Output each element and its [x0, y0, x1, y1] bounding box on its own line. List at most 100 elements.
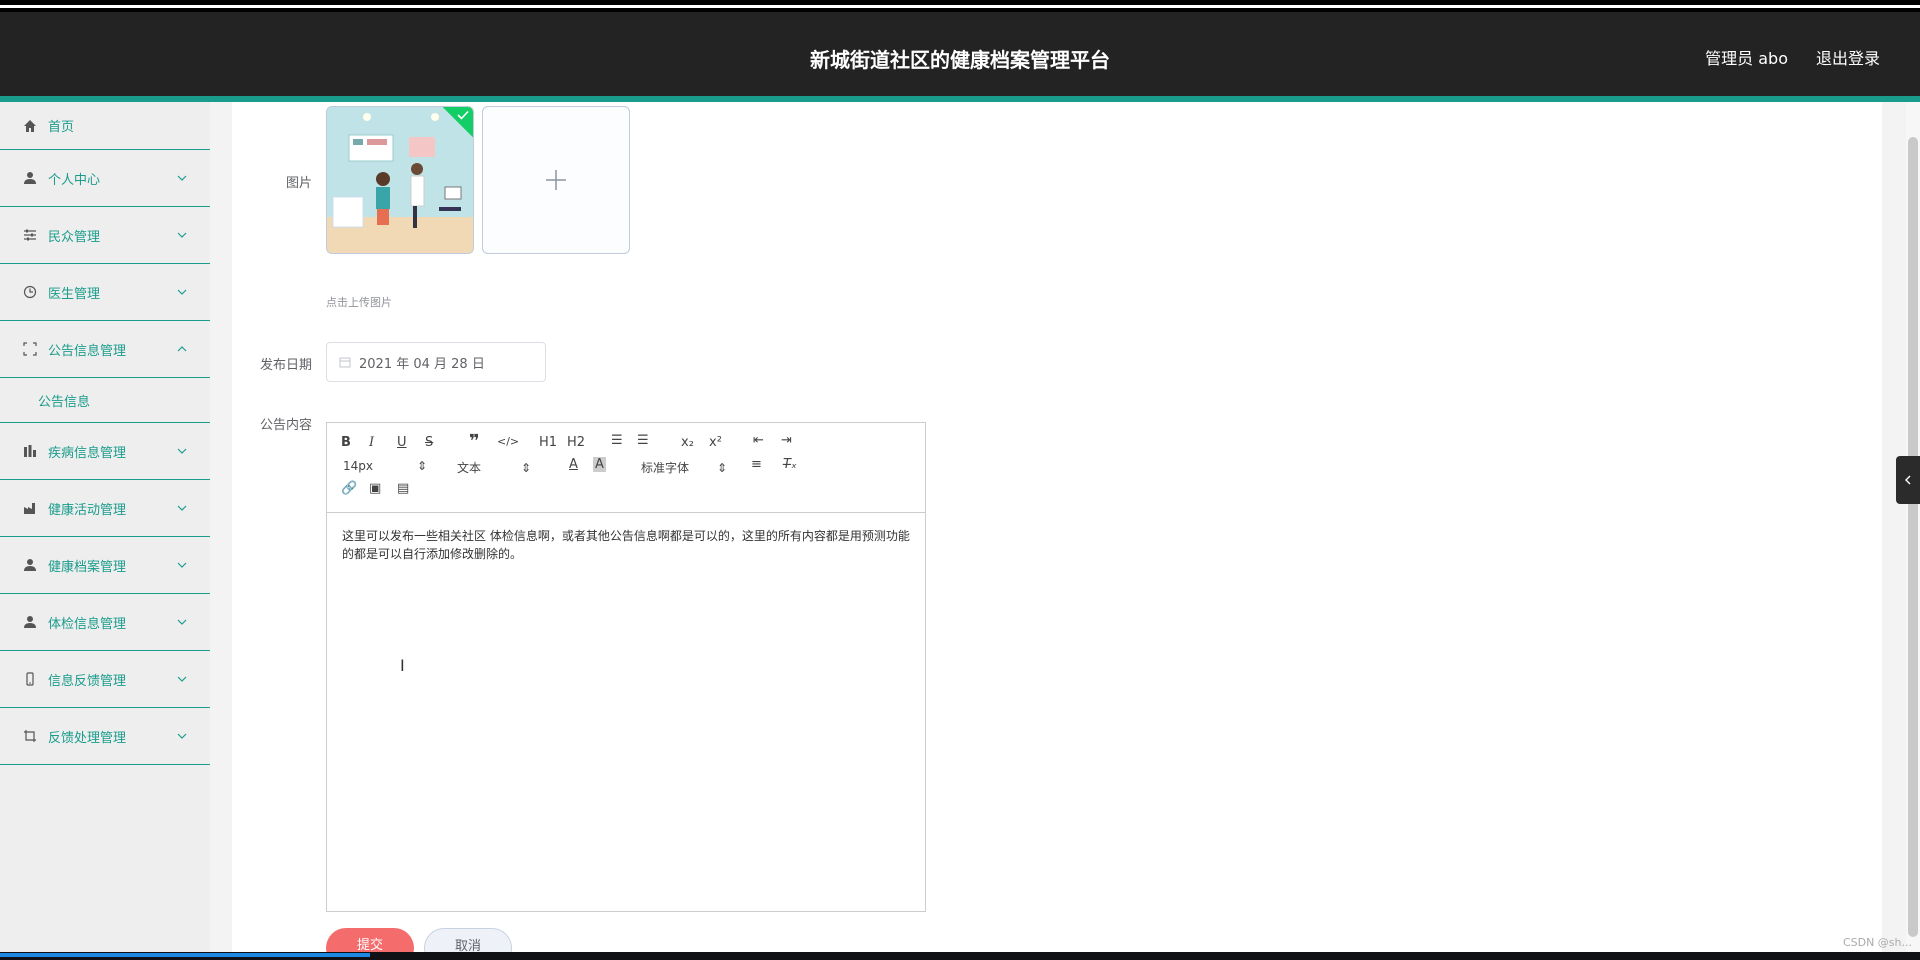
plus-icon [546, 170, 566, 190]
heading1-button[interactable]: H1 [539, 435, 557, 450]
text-cursor-icon: I [400, 656, 405, 675]
bullet-list-icon[interactable]: ☰ [637, 433, 649, 448]
header-select-value: 文本 [457, 461, 482, 475]
clear-format-icon[interactable]: T̶ₓ [783, 457, 797, 472]
sidebar-item-label: 公告信息管理 [48, 343, 127, 359]
publish-date-picker[interactable]: 2021 年 04 月 28 日 [326, 342, 546, 382]
outdent-icon[interactable]: ⇤ [753, 433, 764, 448]
sidebar-item-label: 健康活动管理 [48, 502, 127, 518]
image-upload-button[interactable] [482, 106, 630, 254]
subscript-icon[interactable]: x₂ [681, 435, 694, 450]
rich-text-editor: B I U S ❞ </> H1 H2 ☰ ☰ x₂ x² ⇤ ⇥ 14px ⇕ … [326, 422, 926, 912]
content-label: 公告内容 [259, 418, 312, 433]
logout-link[interactable]: 退出登录 [1816, 45, 1880, 69]
align-icon[interactable]: ≡ [751, 457, 762, 472]
font-family-select[interactable]: 标准字体 ⇕ [641, 459, 727, 476]
sidebar-item-home[interactable]: 首页 [0, 102, 210, 150]
check-icon [457, 110, 469, 120]
chevron-up-icon [177, 346, 187, 352]
indent-icon[interactable]: ⇥ [781, 433, 792, 448]
sidebar-item-disease-management[interactable]: 疾病信息管理 [0, 423, 210, 480]
chevron-down-icon [177, 733, 187, 739]
sidebar-item-notice-management[interactable]: 公告信息管理 [0, 321, 210, 378]
sidebar-subitem-label: 公告信息 [38, 394, 91, 410]
font-size-value: 14px [343, 459, 373, 473]
chevron-down-icon [177, 676, 187, 682]
sidebar-item-feedback-management[interactable]: 信息反馈管理 [0, 651, 210, 708]
clinic-illustration [327, 107, 473, 253]
sidebar-item-label: 健康档案管理 [48, 559, 127, 575]
link-icon[interactable]: 🔗 [341, 481, 357, 496]
sidebar-item-label: 信息反馈管理 [48, 673, 127, 689]
chevron-down-icon [177, 505, 187, 511]
sidebar-item-feedback-processing[interactable]: 反馈处理管理 [0, 708, 210, 765]
uploaded-image-thumbnail[interactable] [326, 106, 474, 254]
app-title: 新城街道社区的健康档案管理平台 [810, 48, 1110, 72]
side-panel-toggle[interactable] [1896, 456, 1920, 504]
sidebar-item-health-record-management[interactable]: 健康档案管理 [0, 537, 210, 594]
app-header: 新城街道社区的健康档案管理平台 管理员 abo 退出登录 [0, 12, 1920, 96]
blockquote-icon[interactable]: ❞ [469, 431, 480, 452]
editor-toolbar: B I U S ❞ </> H1 H2 ☰ ☰ x₂ x² ⇤ ⇥ 14px ⇕ … [327, 423, 925, 513]
scrollbar-thumb[interactable] [1908, 137, 1918, 937]
publish-date-label: 发布日期 [259, 358, 312, 373]
header-select[interactable]: 文本 ⇕ [457, 459, 531, 476]
crop-icon [22, 728, 38, 744]
superscript-icon[interactable]: x² [709, 435, 722, 450]
chevron-down-icon [177, 448, 187, 454]
heading2-button[interactable]: H2 [567, 435, 585, 450]
user-icon [22, 557, 38, 573]
calendar-icon [339, 357, 351, 368]
home-icon [22, 118, 38, 134]
underline-icon[interactable]: U [397, 435, 407, 450]
top-white-line [0, 5, 1920, 8]
font-color-icon[interactable]: A [569, 457, 578, 472]
select-arrows-icon: ⇕ [717, 461, 728, 475]
video-icon[interactable]: ▤ [397, 481, 409, 496]
chart-icon [22, 443, 38, 459]
sliders-icon [22, 227, 38, 243]
editor-content[interactable]: 这里可以发布一些相关社区 体检信息啊，或者其他公告信息啊都是可以的，这里的所有内… [342, 527, 912, 563]
sidebar-item-label: 反馈处理管理 [48, 730, 127, 746]
sidebar-item-label: 疾病信息管理 [48, 445, 127, 461]
frame-icon [22, 341, 38, 357]
chevron-down-icon [177, 619, 187, 625]
select-arrows-icon: ⇕ [521, 461, 532, 475]
sidebar-item-label: 民众管理 [48, 229, 101, 245]
sidebar: 首页 个人中心 民众管理 医生管理 公告信息管理 公告信息 疾病信息管理 健康活… [0, 102, 210, 952]
image-label: 图片 [285, 176, 312, 191]
sidebar-subitem-notice-info[interactable]: 公告信息 [0, 378, 210, 423]
chevron-down-icon [177, 562, 187, 568]
select-arrows-icon: ⇕ [417, 459, 428, 473]
current-user: 管理员 abo [1705, 49, 1788, 68]
sidebar-item-personal-center[interactable]: 个人中心 [0, 150, 210, 207]
sidebar-item-doctor-management[interactable]: 医生管理 [0, 264, 210, 321]
video-progress [0, 953, 370, 957]
image-icon[interactable]: ▣ [369, 481, 381, 496]
chevron-left-icon [1905, 475, 1911, 485]
upload-hint: 点击上传图片 [326, 296, 392, 309]
phone-icon [22, 671, 38, 687]
sidebar-item-checkup-management[interactable]: 体检信息管理 [0, 594, 210, 651]
sidebar-item-label: 体检信息管理 [48, 616, 127, 632]
italic-icon[interactable]: I [369, 435, 374, 450]
font-family-value: 标准字体 [641, 461, 690, 475]
sidebar-item-label: 医生管理 [48, 286, 101, 302]
sidebar-item-label: 首页 [48, 120, 75, 135]
background-color-icon[interactable]: A [593, 457, 606, 472]
sidebar-item-citizen-management[interactable]: 民众管理 [0, 207, 210, 264]
font-size-select[interactable]: 14px ⇕ [343, 459, 427, 473]
sidebar-item-activity-management[interactable]: 健康活动管理 [0, 480, 210, 537]
publish-date-value: 2021 年 04 月 28 日 [359, 356, 485, 372]
factory-icon [22, 500, 38, 516]
code-block-icon[interactable]: </> [497, 435, 519, 448]
bold-icon[interactable]: B [341, 435, 351, 450]
clock-icon [22, 284, 38, 300]
ordered-list-icon[interactable]: ☰ [611, 433, 623, 448]
user-icon [22, 614, 38, 630]
chevron-down-icon [177, 289, 187, 295]
sidebar-item-label: 个人中心 [48, 172, 101, 188]
content-gutter [210, 102, 232, 952]
watermark: CSDN @sh... [1842, 936, 1912, 949]
strike-icon[interactable]: S [425, 435, 433, 450]
